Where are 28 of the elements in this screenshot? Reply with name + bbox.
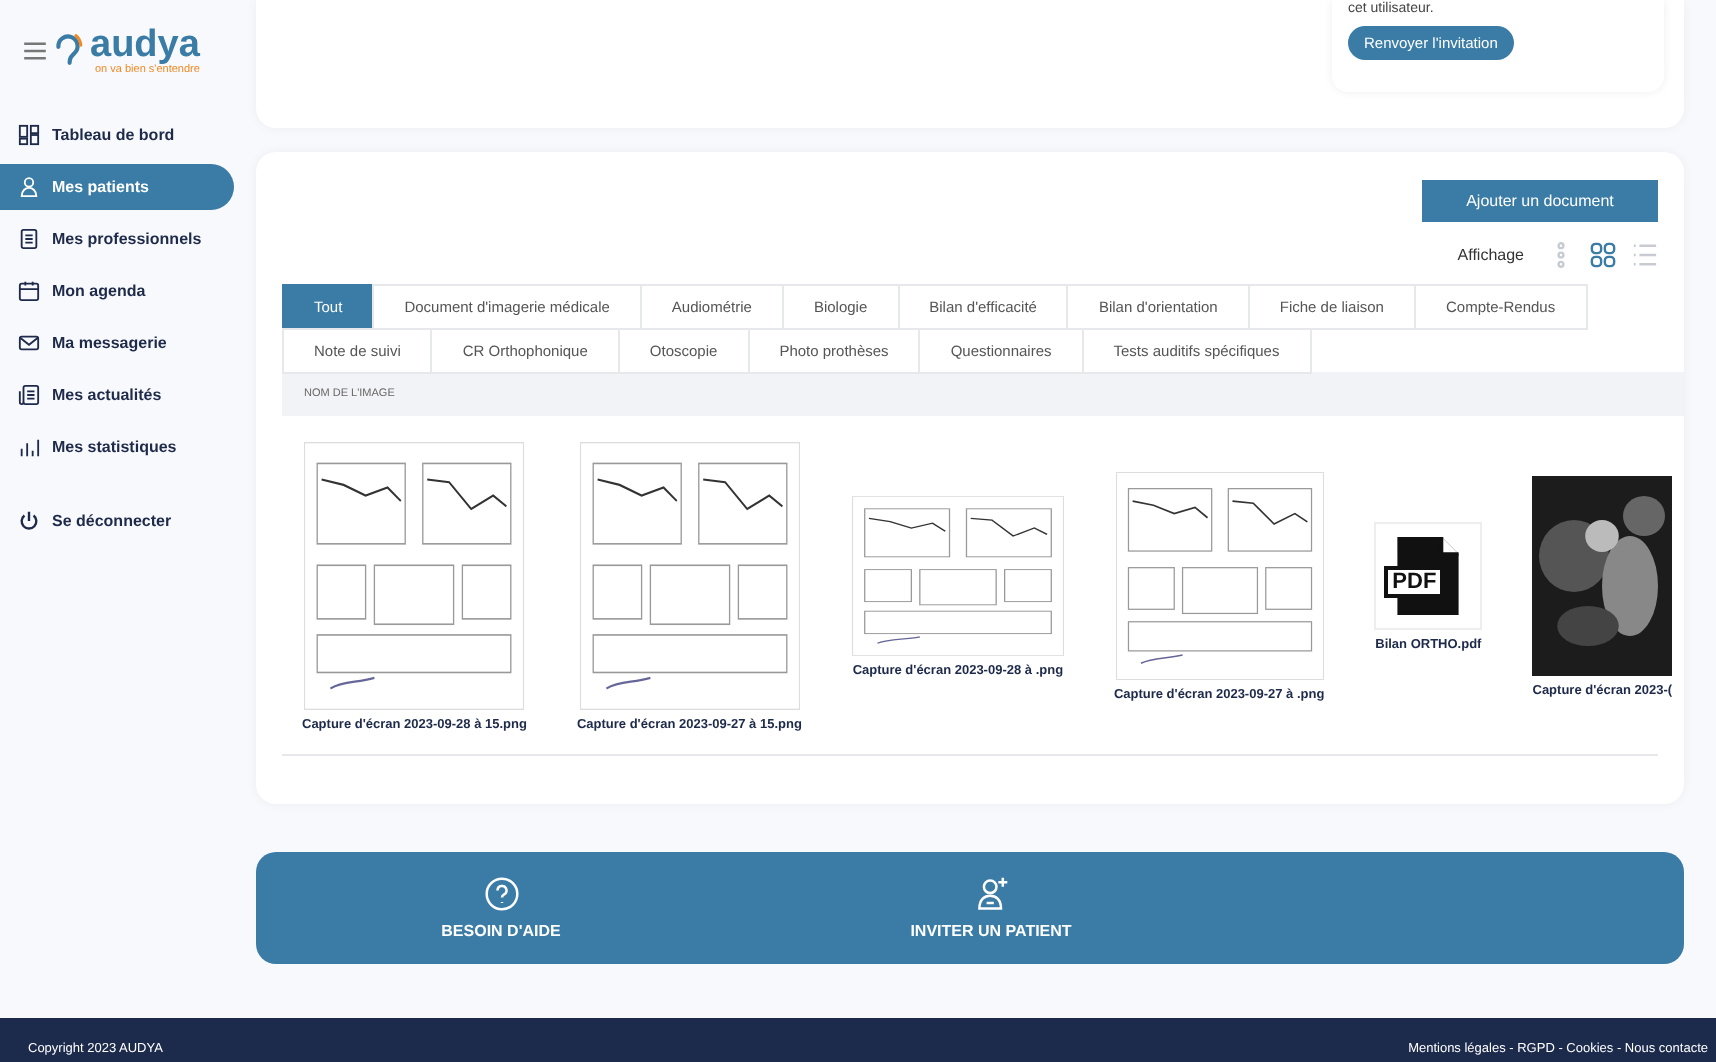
action-link[interactable]: INVITER UN PATIENT: [746, 852, 1236, 964]
patient-icon: [18, 176, 40, 198]
stats-icon: [18, 436, 40, 458]
pdf-file-icon[interactable]: PDF: [1374, 522, 1483, 630]
mail-icon: [18, 332, 40, 354]
sidebar-item[interactable]: Ma messagerie: [0, 320, 234, 366]
power-icon: [18, 510, 40, 532]
logout-link[interactable]: Se déconnecter: [0, 498, 234, 544]
logo-name: audya: [90, 25, 200, 63]
help-icon: [483, 876, 519, 912]
sidebar-item[interactable]: Mon agenda: [0, 268, 234, 314]
add-user-icon: [973, 876, 1009, 912]
book-icon: [18, 228, 40, 250]
calendar-icon: [18, 280, 40, 302]
sidebar-item[interactable]: Mes actualités: [0, 372, 234, 418]
sidebar-item[interactable]: Mes professionnels: [0, 216, 234, 262]
sidebar-item[interactable]: Tableau de bord: [0, 112, 234, 158]
add-document-button[interactable]: Ajouter un document: [1422, 180, 1658, 222]
sidebar-item[interactable]: Mes statistiques: [0, 424, 234, 470]
news-icon: [18, 384, 40, 406]
sidebar-item[interactable]: Mes patients: [0, 164, 234, 210]
action-link[interactable]: BESOIN D'AIDE: [256, 852, 746, 964]
ear-logo-icon: [52, 30, 84, 70]
display-label: Affichage: [1457, 246, 1524, 264]
list-view-icon[interactable]: [1632, 242, 1658, 268]
grid-view-icon[interactable]: [1590, 242, 1616, 268]
dashboard-icon: [18, 124, 40, 146]
menu-icon[interactable]: [24, 41, 46, 59]
